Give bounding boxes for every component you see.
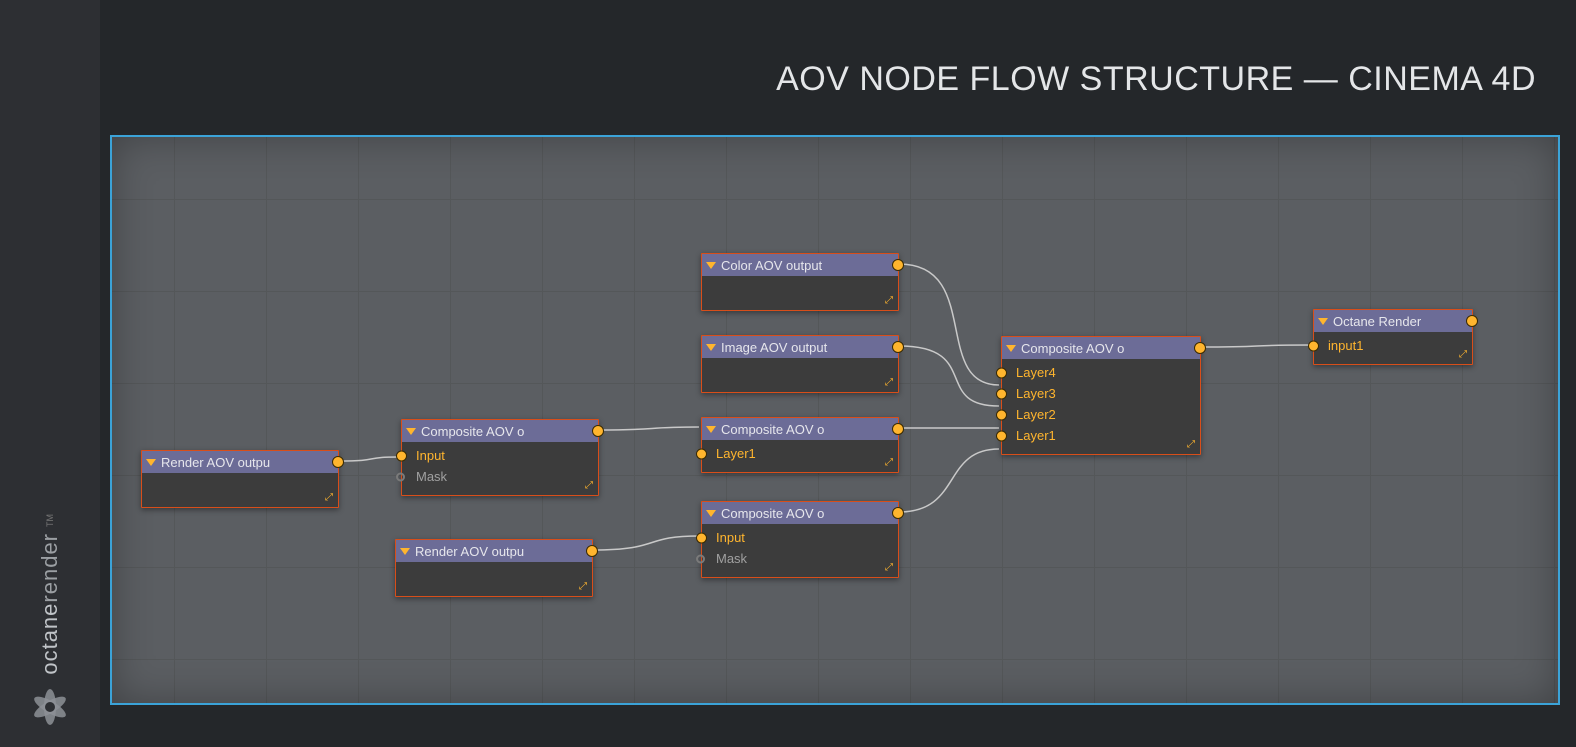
node-color-aov-output[interactable]: Color AOV output ⤢ (701, 253, 899, 311)
chevron-down-icon[interactable] (706, 510, 716, 517)
port-label: Layer3 (1016, 386, 1056, 401)
node-canvas[interactable]: Render AOV outpu ⤢ Composite AOV o Input (112, 137, 1558, 703)
node-title: Composite AOV o (721, 422, 824, 437)
node-input-row[interactable]: Input (702, 527, 898, 548)
node-title: Octane Render (1333, 314, 1421, 329)
output-port[interactable] (892, 341, 904, 353)
output-port[interactable] (592, 425, 604, 437)
node-title: Render AOV outpu (161, 455, 270, 470)
input-port[interactable] (996, 430, 1007, 441)
chevron-down-icon[interactable] (706, 262, 716, 269)
port-label: Layer1 (1016, 428, 1056, 443)
page-title: AOV NODE FLOW STRUCTURE — CINEMA 4D (776, 60, 1536, 99)
node-input-row[interactable]: Layer2 (1002, 404, 1200, 425)
node-header[interactable]: Color AOV output (702, 254, 898, 276)
chevron-down-icon[interactable] (1006, 345, 1016, 352)
node-title: Composite AOV o (721, 506, 824, 521)
output-port[interactable] (586, 545, 598, 557)
port-label: Input (416, 448, 445, 463)
node-canvas-frame: Render AOV outpu ⤢ Composite AOV o Input (110, 135, 1560, 705)
node-composite-aov-2[interactable]: Composite AOV o Layer1 ⤢ (701, 417, 899, 473)
chevron-down-icon[interactable] (706, 344, 716, 351)
node-input-row[interactable]: Mask (402, 466, 598, 487)
node-render-aov-output-2[interactable]: Render AOV outpu ⤢ (395, 539, 593, 597)
port-label: Mask (716, 551, 747, 566)
port-label: Layer1 (716, 446, 756, 461)
chevron-down-icon[interactable] (406, 428, 416, 435)
node-title: Composite AOV o (421, 424, 524, 439)
node-header[interactable]: Composite AOV o (402, 420, 598, 442)
node-composite-aov-3[interactable]: Composite AOV o Input Mask ⤢ (701, 501, 899, 578)
node-octane-render[interactable]: Octane Render input1 ⤢ (1313, 309, 1473, 365)
node-input-row[interactable]: Layer1 (702, 443, 898, 464)
port-label: Layer4 (1016, 365, 1056, 380)
port-label: input1 (1328, 338, 1363, 353)
input-port[interactable] (996, 367, 1007, 378)
output-port[interactable] (892, 423, 904, 435)
octane-logo: TM octanerender (30, 427, 70, 727)
chevron-down-icon[interactable] (1318, 318, 1328, 325)
node-title: Render AOV outpu (415, 544, 524, 559)
node-image-aov-output[interactable]: Image AOV output ⤢ (701, 335, 899, 393)
node-header[interactable]: Image AOV output (702, 336, 898, 358)
logo-text: octanerender (37, 533, 63, 675)
node-header[interactable]: Render AOV outpu (142, 451, 338, 473)
resize-handle-icon[interactable]: ⤢ (577, 581, 589, 593)
node-header[interactable]: Render AOV outpu (396, 540, 592, 562)
resize-handle-icon[interactable]: ⤢ (1457, 349, 1469, 361)
input-port[interactable] (696, 532, 707, 543)
input-port[interactable] (696, 448, 707, 459)
node-input-row[interactable]: Layer3 (1002, 383, 1200, 404)
resize-handle-icon[interactable]: ⤢ (883, 295, 895, 307)
node-input-row[interactable]: Mask (702, 548, 898, 569)
node-input-row[interactable]: Layer4 (1002, 362, 1200, 383)
input-port[interactable] (696, 554, 705, 563)
node-composite-aov-4[interactable]: Composite AOV o Layer4 Layer3 Layer2 (1001, 336, 1201, 455)
chevron-down-icon[interactable] (146, 459, 156, 466)
output-port[interactable] (1194, 342, 1206, 354)
node-title: Color AOV output (721, 258, 822, 273)
node-header[interactable]: Composite AOV o (702, 502, 898, 524)
resize-handle-icon[interactable]: ⤢ (1185, 439, 1197, 451)
port-label: Mask (416, 469, 447, 484)
chevron-down-icon[interactable] (400, 548, 410, 555)
node-render-aov-output-1[interactable]: Render AOV outpu ⤢ (141, 450, 339, 508)
resize-handle-icon[interactable]: ⤢ (323, 492, 335, 504)
node-input-row[interactable]: Input (402, 445, 598, 466)
sidebar: TM octanerender (0, 0, 100, 747)
node-input-row[interactable]: Layer1 (1002, 425, 1200, 446)
output-port[interactable] (892, 259, 904, 271)
input-port[interactable] (396, 472, 405, 481)
node-header[interactable]: Composite AOV o (1002, 337, 1200, 359)
resize-handle-icon[interactable]: ⤢ (883, 377, 895, 389)
logo-tm: TM (45, 514, 55, 527)
node-title: Composite AOV o (1021, 341, 1124, 356)
resize-handle-icon[interactable]: ⤢ (883, 562, 895, 574)
input-port[interactable] (996, 409, 1007, 420)
input-port[interactable] (1308, 340, 1319, 351)
output-port[interactable] (332, 456, 344, 468)
octane-logo-icon (30, 687, 70, 727)
port-label: Input (716, 530, 745, 545)
output-port[interactable] (892, 507, 904, 519)
input-port[interactable] (996, 388, 1007, 399)
resize-handle-icon[interactable]: ⤢ (883, 457, 895, 469)
output-port[interactable] (1466, 315, 1478, 327)
node-header[interactable]: Octane Render (1314, 310, 1472, 332)
node-title: Image AOV output (721, 340, 827, 355)
resize-handle-icon[interactable]: ⤢ (583, 480, 595, 492)
node-header[interactable]: Composite AOV o (702, 418, 898, 440)
node-composite-aov-1[interactable]: Composite AOV o Input Mask ⤢ (401, 419, 599, 496)
node-input-row[interactable]: input1 (1314, 335, 1472, 356)
chevron-down-icon[interactable] (706, 426, 716, 433)
port-label: Layer2 (1016, 407, 1056, 422)
input-port[interactable] (396, 450, 407, 461)
